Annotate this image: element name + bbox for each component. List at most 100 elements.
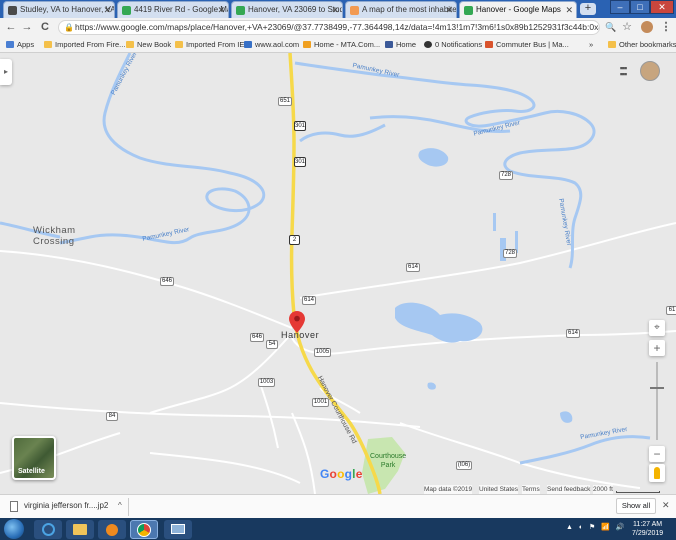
route-shield: 614 [302, 296, 316, 305]
road-network [0, 222, 676, 494]
page-icon [350, 6, 359, 15]
bookmark-folder[interactable]: Imported From IE [175, 37, 244, 53]
file-icon [10, 501, 18, 512]
facebook-icon [385, 41, 393, 48]
forward-button[interactable]: → [20, 20, 34, 34]
map-data-attribution: Map data ©2019 [424, 485, 473, 494]
my-location-icon[interactable]: ⌖ [649, 320, 665, 336]
close-tab-icon[interactable]: ✕ [565, 2, 573, 18]
new-tab-button[interactable]: + [580, 3, 596, 15]
satellite-toggle[interactable]: Satellite [12, 436, 56, 480]
google-maps-icon [464, 6, 473, 15]
highway-301 [288, 53, 382, 494]
bus-icon [485, 41, 493, 48]
file-explorer-taskbar-icon[interactable] [66, 520, 94, 539]
place-label-wickham: Wickham Crossing [33, 225, 76, 247]
street-view-pegman-icon[interactable] [649, 464, 665, 482]
url-text: https://www.google.com/maps/place/Hanove… [75, 22, 599, 32]
tab-title: Hanover, VA 23069 to Studle [248, 5, 343, 14]
bookmark-folder[interactable]: New Book [126, 37, 171, 53]
system-tray[interactable]: ▲ ◐ ⚑ 📶 🔊 [566, 523, 627, 531]
map-canvas[interactable]: 651 301 301 2 614 614 614 646 646 54 100… [0, 53, 676, 494]
aol-icon [244, 41, 252, 48]
other-bookmarks[interactable]: Other bookmarks [608, 37, 676, 53]
profile-avatar[interactable] [641, 21, 653, 33]
country-label: United States [479, 485, 519, 494]
minimize-button[interactable]: – [610, 0, 630, 14]
chevron-up-icon[interactable]: ^ [118, 501, 122, 510]
browser-toolbar: ← → C 🔒 https://www.google.com/maps/plac… [0, 18, 676, 37]
bookmarks-bar: Apps Imported From Fire... New Book Impo… [0, 37, 676, 53]
route-shield: 1003 [258, 378, 275, 387]
zoom-slider-handle[interactable] [650, 387, 664, 389]
bookmarks-overflow[interactable]: » [589, 37, 593, 53]
close-tab-icon[interactable]: ✕ [331, 2, 339, 18]
menu-icon[interactable]: ⋮ [659, 20, 673, 34]
expand-panel-button[interactable]: ▸ [0, 59, 12, 85]
bookmark-folder[interactable]: Imported From Fire... [44, 37, 125, 53]
tab-hanover-studley[interactable]: Hanover, VA 23069 to Studle ✕ [231, 1, 343, 18]
account-avatar[interactable] [640, 61, 660, 81]
location-pin-icon[interactable] [289, 311, 305, 333]
close-tab-icon[interactable]: ✕ [103, 2, 111, 18]
close-tab-icon[interactable]: ✕ [217, 2, 225, 18]
bookmark-notifications[interactable]: 0 Notifications [424, 37, 482, 53]
google-logo: Google [320, 467, 363, 481]
show-all-button[interactable]: Show all [616, 498, 656, 514]
windows-taskbar: ▲ ◐ ⚑ 📶 🔊 11:27 AM 7/29/2019 [0, 518, 676, 540]
github-icon [424, 41, 432, 48]
route-shield: 301 [294, 121, 306, 131]
clock-time: 11:27 AM [633, 521, 663, 528]
water-bodies [395, 148, 573, 423]
start-button[interactable] [4, 519, 24, 539]
close-download-bar-icon[interactable]: ✕ [662, 500, 670, 511]
clock[interactable]: 11:27 AM 7/29/2019 [632, 520, 663, 538]
bookmark-star-icon[interactable]: ☆ [620, 20, 634, 34]
address-bar[interactable]: 🔒 https://www.google.com/maps/place/Hano… [58, 20, 600, 35]
close-window-button[interactable]: ✕ [650, 0, 674, 14]
reload-button[interactable]: C [38, 20, 52, 34]
back-button[interactable]: ← [4, 20, 18, 34]
route-shield: (t06) [456, 461, 472, 470]
apps-grid-icon [6, 41, 14, 48]
internet-explorer-taskbar-icon[interactable] [34, 520, 62, 539]
chrome-taskbar-icon[interactable] [130, 520, 158, 539]
scale-label[interactable]: 2000 ft [593, 485, 613, 494]
bookmark-apps[interactable]: Apps [6, 37, 34, 53]
bookmark-commuter-bus[interactable]: Commuter Bus | Ma... [485, 37, 569, 53]
media-player-taskbar-icon[interactable] [98, 520, 126, 539]
google-apps-icon[interactable]: ▪▪▪ ▪▪▪ [617, 64, 629, 79]
route-shield: 614 [566, 329, 580, 338]
divider [128, 498, 129, 516]
tab-studley[interactable]: Studley, VA to Hanover, VA – ✕ [3, 1, 115, 18]
star-icon [303, 41, 311, 48]
send-feedback-link[interactable]: Send feedback [547, 485, 591, 494]
tab-title: Hanover - Google Maps [476, 5, 561, 14]
terms-link[interactable]: Terms [522, 485, 540, 494]
route-shield: 651 [278, 97, 292, 106]
bookmark-aol[interactable]: www.aol.com [244, 37, 299, 53]
maximize-button[interactable]: □ [630, 0, 650, 14]
zoom-slider-track[interactable] [656, 362, 658, 440]
folder-icon [126, 41, 134, 48]
route-shield: 728 [499, 171, 513, 180]
download-item[interactable]: virginia jefferson fr....jp2 [24, 501, 108, 510]
close-tab-icon[interactable]: ✕ [445, 2, 453, 18]
tab-hanover-maps[interactable]: Hanover - Google Maps ✕ [459, 1, 577, 18]
clock-date: 7/29/2019 [632, 530, 664, 537]
bookmark-home[interactable]: Home [385, 37, 416, 53]
zoom-in-button[interactable]: + [649, 340, 665, 356]
scale-bar [616, 491, 660, 493]
route-shield: 614 [406, 263, 420, 272]
bookmark-mta[interactable]: Home - MTA.Com... [303, 37, 380, 53]
tab-river-rd[interactable]: 4419 River Rd - Google Map ✕ [117, 1, 229, 18]
folder-icon [44, 41, 52, 48]
zoom-out-button[interactable]: − [649, 446, 665, 462]
lock-icon: 🔒 [64, 23, 74, 32]
app-taskbar-icon[interactable] [164, 520, 192, 539]
download-bar: virginia jefferson fr....jp2 ^ Show all … [0, 494, 676, 518]
tab-title: A map of the most inhabite [362, 5, 457, 14]
tab-inhabited-map[interactable]: A map of the most inhabite ✕ [345, 1, 457, 18]
google-maps-icon [122, 6, 131, 15]
search-icon[interactable]: 🔍 [604, 20, 618, 34]
